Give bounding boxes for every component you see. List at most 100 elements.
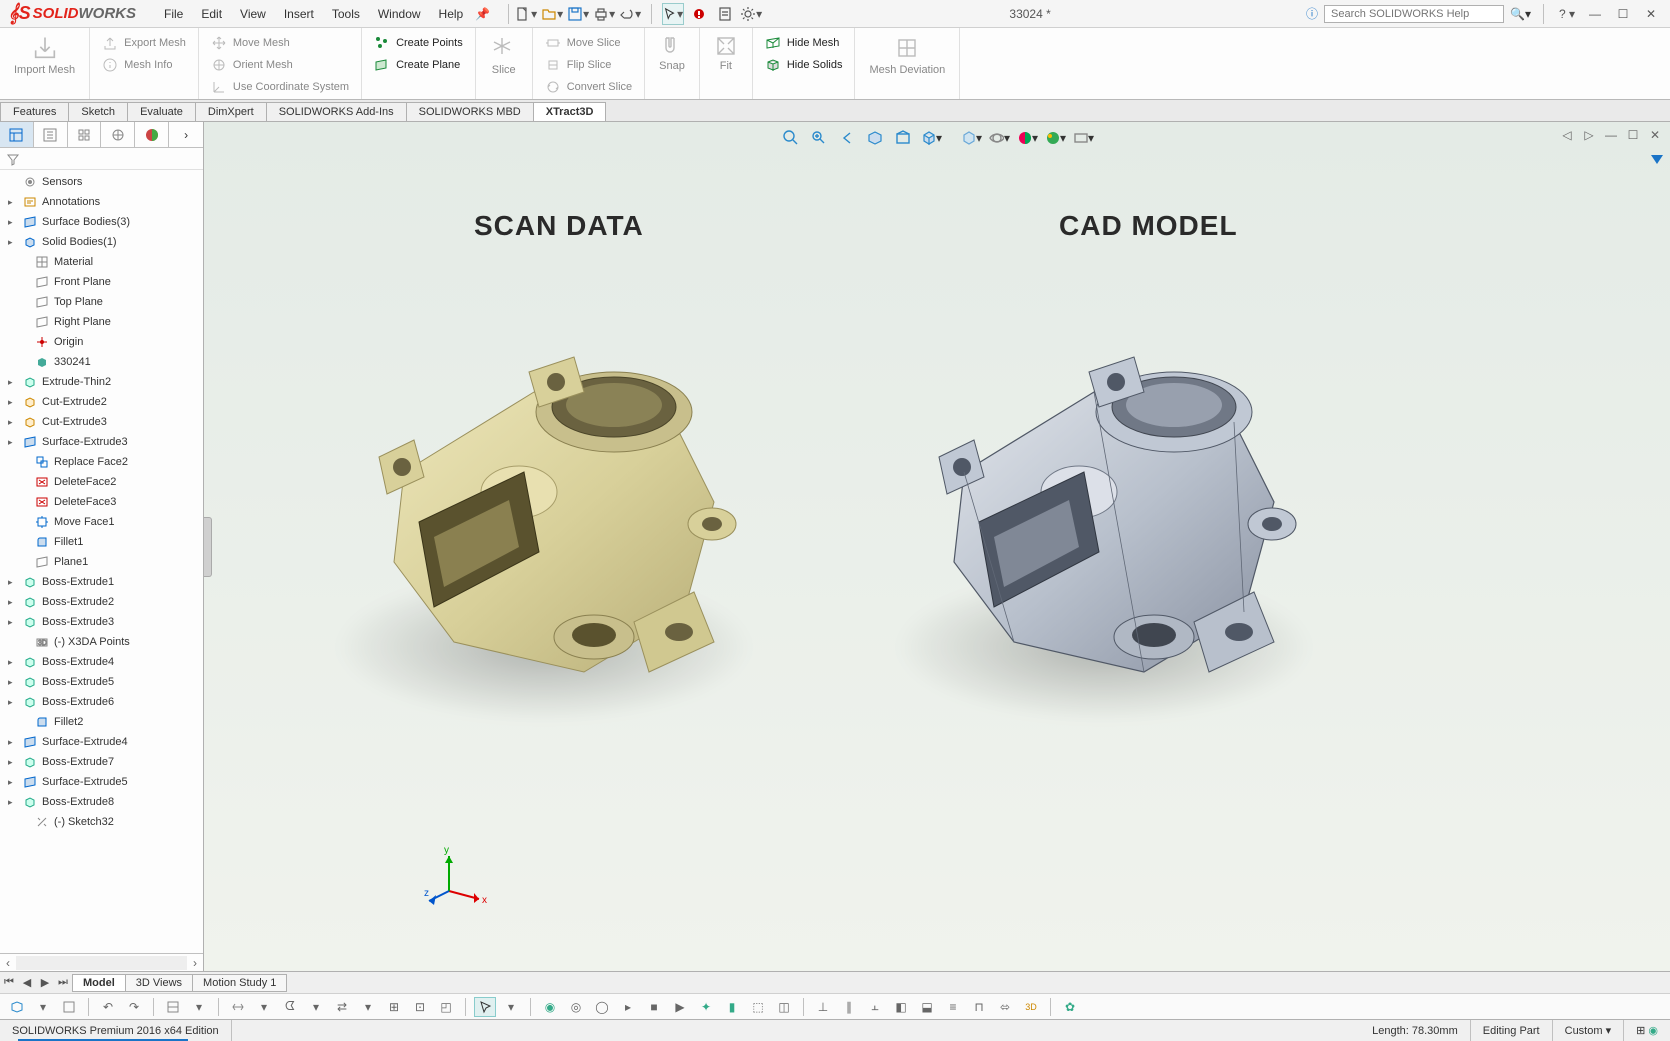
tree-item-boss-extrude1[interactable]: ▸Boss-Extrude1 xyxy=(0,572,203,592)
expand-icon[interactable]: ▸ xyxy=(8,377,18,388)
hide-show-icon[interactable]: ▾ xyxy=(960,128,982,148)
panel-expand-icon[interactable]: › xyxy=(169,122,203,147)
tab-last-icon[interactable]: ⏭ xyxy=(54,976,72,989)
bt-icon-34[interactable]: 3D xyxy=(1020,997,1042,1017)
tree-item-solid-bodies-1-[interactable]: ▸Solid Bodies(1) xyxy=(0,232,203,252)
tree-item--x3da-points[interactable]: 3D(-) X3DA Points xyxy=(0,632,203,652)
new-doc-icon[interactable]: ▾ xyxy=(515,3,537,25)
tab-next-icon[interactable]: ▶ xyxy=(36,976,54,989)
bt-icon-22[interactable]: ✦ xyxy=(695,997,717,1017)
bt-icon-32[interactable]: ⊓ xyxy=(968,997,990,1017)
bt-icon-4[interactable]: ↷ xyxy=(123,997,145,1017)
scroll-left-icon[interactable]: ‹ xyxy=(0,956,16,970)
tree-item--sketch32[interactable]: (-) Sketch32 xyxy=(0,812,203,832)
move-mesh-button[interactable]: Move Mesh xyxy=(209,32,351,54)
expand-icon[interactable]: ▸ xyxy=(8,197,18,208)
tab-mbd[interactable]: SOLIDWORKS MBD xyxy=(406,102,534,121)
tree-item-boss-extrude3[interactable]: ▸Boss-Extrude3 xyxy=(0,612,203,632)
tab-evaluate[interactable]: Evaluate xyxy=(127,102,196,121)
fit-button[interactable]: Fit xyxy=(710,32,742,74)
tree-item-surface-extrude4[interactable]: ▸Surface-Extrude4 xyxy=(0,732,203,752)
bt-icon-24[interactable]: ⬚ xyxy=(747,997,769,1017)
edit-appearance-icon[interactable]: ▾ xyxy=(988,128,1010,148)
options-file-icon[interactable] xyxy=(714,3,736,25)
minimize-icon[interactable]: — xyxy=(1584,3,1606,25)
scroll-track[interactable] xyxy=(16,956,187,970)
view-settings-icon[interactable]: ▾ xyxy=(1044,128,1066,148)
tree-item-surface-extrude3[interactable]: ▸Surface-Extrude3 xyxy=(0,432,203,452)
tree-item-top-plane[interactable]: Top Plane xyxy=(0,292,203,312)
expand-icon[interactable]: ▸ xyxy=(8,217,18,228)
section-view-icon[interactable] xyxy=(864,128,886,148)
tree-item-cut-extrude2[interactable]: ▸Cut-Extrude2 xyxy=(0,392,203,412)
bt-icon-15[interactable]: ◰ xyxy=(435,997,457,1017)
tree-item-material-not-specified-[interactable]: Material xyxy=(0,252,203,272)
panel-tab-config[interactable] xyxy=(68,122,102,147)
tree-item-front-plane[interactable]: Front Plane xyxy=(0,272,203,292)
bt-icon-9[interactable]: ᗧ xyxy=(279,997,301,1017)
bt-dropdown-1[interactable]: ▾ xyxy=(32,997,54,1017)
bt-icon-3[interactable]: ↶ xyxy=(97,997,119,1017)
maximize-icon[interactable]: ☐ xyxy=(1612,3,1634,25)
bt-icon-30[interactable]: ⬓ xyxy=(916,997,938,1017)
expand-icon[interactable]: ▸ xyxy=(8,697,18,708)
bt-icon-7[interactable] xyxy=(227,997,249,1017)
tree-item-replace-face2[interactable]: Replace Face2 xyxy=(0,452,203,472)
expand-icon[interactable]: ▸ xyxy=(8,737,18,748)
menu-file[interactable]: File xyxy=(164,7,183,21)
menu-view[interactable]: View xyxy=(240,7,266,21)
bt-icon-1[interactable] xyxy=(6,997,28,1017)
close-icon[interactable]: ✕ xyxy=(1640,3,1662,25)
tree-item-boss-extrude2[interactable]: ▸Boss-Extrude2 xyxy=(0,592,203,612)
bt-icon-17[interactable]: ◎ xyxy=(565,997,587,1017)
bt-icon-29[interactable]: ◧ xyxy=(890,997,912,1017)
pin-icon[interactable]: 📌 xyxy=(475,7,490,21)
slice-button[interactable]: Slice xyxy=(486,32,522,78)
bt-icon-11[interactable]: ⇄ xyxy=(331,997,353,1017)
vp-maximize-icon[interactable]: ☐ xyxy=(1624,126,1642,144)
tab-dimxpert[interactable]: DimXpert xyxy=(195,102,267,121)
tree-item-surface-bodies-3-[interactable]: ▸Surface Bodies(3) xyxy=(0,212,203,232)
bt-icon-31[interactable]: ≡ xyxy=(942,997,964,1017)
bt-icon-19[interactable]: ▸ xyxy=(617,997,639,1017)
mesh-deviation-button[interactable]: Mesh Deviation xyxy=(865,32,949,78)
tree-item-deleteface3[interactable]: DeleteFace3 xyxy=(0,492,203,512)
expand-icon[interactable]: ▸ xyxy=(8,437,18,448)
bt-dropdown-2[interactable]: ▾ xyxy=(500,997,522,1017)
tree-item-cut-extrude3[interactable]: ▸Cut-Extrude3 xyxy=(0,412,203,432)
bt-icon-28[interactable]: ⫠ xyxy=(864,997,886,1017)
vp-minimize-icon[interactable]: — xyxy=(1602,126,1620,144)
open-doc-icon[interactable]: ▾ xyxy=(541,3,563,25)
bt-icon-14[interactable]: ⊡ xyxy=(409,997,431,1017)
print-icon[interactable]: ▾ xyxy=(593,3,615,25)
tree-item-surface-extrude5[interactable]: ▸Surface-Extrude5 xyxy=(0,772,203,792)
import-mesh-button[interactable]: Import Mesh xyxy=(10,32,79,78)
tree-item-annotations[interactable]: ▸Annotations xyxy=(0,192,203,212)
panel-tab-display[interactable] xyxy=(135,122,169,147)
bt-icon-5[interactable] xyxy=(162,997,184,1017)
expand-icon[interactable]: ▸ xyxy=(8,237,18,248)
bt-icon-13[interactable]: ⊞ xyxy=(383,997,405,1017)
status-custom[interactable]: Custom ▾ xyxy=(1553,1020,1624,1041)
settings-icon[interactable]: ▾ xyxy=(740,3,762,25)
menu-help[interactable]: Help xyxy=(439,7,464,21)
bt-icon-27[interactable]: ∥ xyxy=(838,997,860,1017)
rebuild-icon[interactable] xyxy=(688,3,710,25)
snap-button[interactable]: Snap xyxy=(655,32,689,74)
menu-edit[interactable]: Edit xyxy=(201,7,222,21)
bt-icon-26[interactable]: ⊥ xyxy=(812,997,834,1017)
create-plane-button[interactable]: Create Plane xyxy=(372,54,465,76)
expand-icon[interactable]: ▸ xyxy=(8,677,18,688)
zoom-area-icon[interactable] xyxy=(808,128,830,148)
expand-icon[interactable]: ▸ xyxy=(8,777,18,788)
hide-mesh-button[interactable]: Hide Mesh xyxy=(763,32,845,54)
bt-icon-8[interactable]: ▾ xyxy=(253,997,275,1017)
tab-addins[interactable]: SOLIDWORKS Add-Ins xyxy=(266,102,407,121)
select-icon[interactable]: ▾ xyxy=(662,3,684,25)
panel-collapse-handle[interactable] xyxy=(204,517,212,577)
menu-tools[interactable]: Tools xyxy=(332,7,360,21)
expand-icon[interactable]: ▸ xyxy=(8,417,18,428)
tab-first-icon[interactable]: ⏮ xyxy=(0,976,18,989)
create-points-button[interactable]: Create Points xyxy=(372,32,465,54)
help-icon[interactable]: ⓘ xyxy=(1306,5,1318,22)
